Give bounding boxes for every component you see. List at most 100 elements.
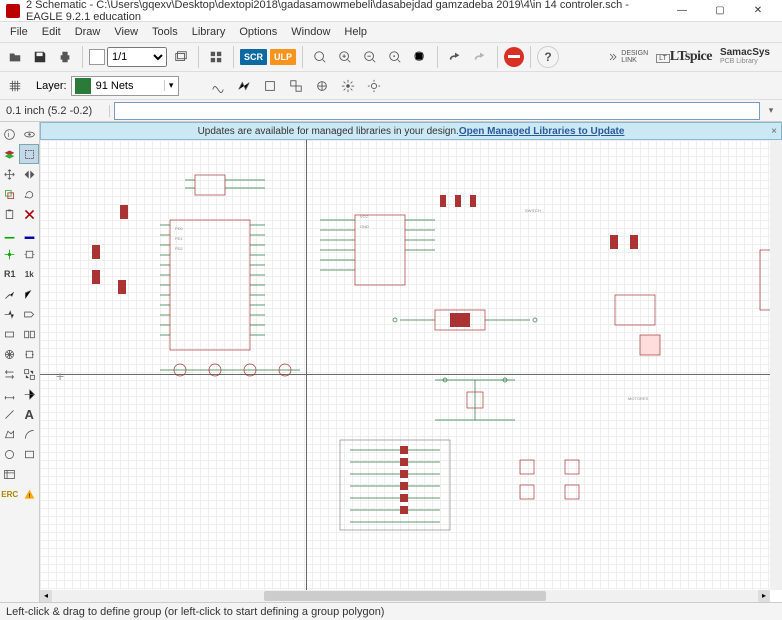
gateswap-tool[interactable] <box>20 384 40 404</box>
net-wire-option3[interactable] <box>259 75 281 97</box>
text-tool[interactable]: A <box>20 404 40 424</box>
menu-options[interactable]: Options <box>233 24 283 40</box>
close-button[interactable]: ✕ <box>740 1 776 21</box>
ulp-button[interactable]: ULP <box>270 49 296 65</box>
net-wire-option2[interactable] <box>233 75 255 97</box>
frame-tool[interactable] <box>0 464 20 484</box>
menu-edit[interactable]: Edit <box>36 24 67 40</box>
print-button[interactable] <box>54 46 76 68</box>
menu-tools[interactable]: Tools <box>146 24 184 40</box>
add-tool[interactable] <box>20 244 40 264</box>
settings-gear2-icon[interactable] <box>363 75 385 97</box>
banner-text: Updates are available for managed librar… <box>198 126 459 137</box>
menu-draw[interactable]: Draw <box>69 24 107 40</box>
miter-tool[interactable] <box>20 284 40 304</box>
menu-library[interactable]: Library <box>186 24 232 40</box>
dimension-tool[interactable] <box>0 384 20 404</box>
label-tool[interactable] <box>20 304 40 324</box>
menu-window[interactable]: Window <box>285 24 336 40</box>
invoke-tool[interactable] <box>0 324 20 344</box>
line-tool[interactable] <box>0 404 20 424</box>
smash-tool[interactable] <box>0 284 20 304</box>
ltspice-logo[interactable]: LTLTspice <box>656 49 712 65</box>
zoom-redraw-button[interactable] <box>384 46 406 68</box>
stop-button[interactable] <box>504 47 524 67</box>
net-wire-option1[interactable] <box>207 75 229 97</box>
polygon-tool[interactable] <box>0 424 20 444</box>
layers-tool[interactable] <box>0 144 19 164</box>
window-controls: — ▢ ✕ <box>664 1 776 21</box>
zoom-select-button[interactable] <box>409 46 431 68</box>
main-area: i R11k A ERC! Updates are available for … <box>0 122 782 602</box>
split-tool[interactable] <box>0 304 20 324</box>
module-tool[interactable] <box>20 344 40 364</box>
menu-help[interactable]: Help <box>338 24 373 40</box>
name-tool[interactable]: R1 <box>0 264 20 284</box>
change-tool[interactable] <box>0 364 20 384</box>
banner-close-icon[interactable]: × <box>771 126 777 137</box>
attribute-tool[interactable] <box>0 344 20 364</box>
sheets-button[interactable] <box>170 46 192 68</box>
svg-text:GND: GND <box>360 224 369 229</box>
settings-gear-icon[interactable] <box>337 75 359 97</box>
mirror-tool[interactable] <box>20 164 40 184</box>
help-button[interactable]: ? <box>537 46 559 68</box>
library-manager-button[interactable] <box>205 46 227 68</box>
scroll-right-arrow[interactable]: ▸ <box>758 590 770 602</box>
net-tool[interactable] <box>0 224 20 244</box>
layer-selector[interactable]: 91 Nets ▾ <box>71 76 179 96</box>
marquee-tool[interactable] <box>19 144 39 164</box>
zoom-fit-button[interactable] <box>309 46 331 68</box>
redo-button[interactable] <box>469 46 491 68</box>
erc-tool[interactable] <box>20 324 40 344</box>
menu-file[interactable]: File <box>4 24 34 40</box>
maximize-button[interactable]: ▢ <box>702 1 738 21</box>
errors-tool[interactable]: ! <box>20 484 40 504</box>
update-banner: Updates are available for managed librar… <box>40 122 782 140</box>
paste-tool[interactable] <box>0 204 20 224</box>
horizontal-scrollbar[interactable]: ◂ ▸ <box>40 590 770 602</box>
show-tool[interactable] <box>20 124 40 144</box>
value-tool[interactable]: 1k <box>20 264 40 284</box>
scroll-track[interactable] <box>52 590 758 602</box>
grid-button[interactable] <box>4 75 26 97</box>
menu-view[interactable]: View <box>108 24 144 40</box>
delete-tool[interactable] <box>20 204 40 224</box>
copy-tool[interactable] <box>0 184 20 204</box>
schematic-view[interactable]: + <box>40 140 770 590</box>
designlink-logo[interactable]: DESIGN LINK <box>607 50 648 64</box>
svg-text:MOTORES: MOTORES <box>628 396 648 401</box>
mode-button-2[interactable] <box>311 75 333 97</box>
command-history-dropdown[interactable]: ▾ <box>764 105 778 116</box>
junction-tool[interactable] <box>0 244 20 264</box>
minimize-button[interactable]: — <box>664 1 700 21</box>
separator <box>497 46 498 68</box>
open-button[interactable] <box>4 46 26 68</box>
scroll-left-arrow[interactable]: ◂ <box>40 590 52 602</box>
replace-tool[interactable] <box>20 364 40 384</box>
sheet-selector[interactable]: 1/1 <box>89 47 167 67</box>
rotate-tool[interactable] <box>20 184 40 204</box>
info-tool[interactable]: i <box>0 124 20 144</box>
zoom-in-button[interactable] <box>334 46 356 68</box>
hole-tool[interactable] <box>20 464 40 484</box>
erc-check-tool[interactable]: ERC <box>0 484 20 504</box>
undo-button[interactable] <box>444 46 466 68</box>
vertical-scrollbar[interactable] <box>770 140 782 590</box>
command-input[interactable] <box>114 102 760 120</box>
banner-link[interactable]: Open Managed Libraries to Update <box>459 126 625 137</box>
svg-text:PD0: PD0 <box>175 226 184 231</box>
menubar: File Edit Draw View Tools Library Option… <box>0 22 782 42</box>
bus-tool[interactable] <box>20 224 40 244</box>
arc-tool[interactable] <box>20 424 40 444</box>
rect-tool[interactable] <box>20 444 40 464</box>
save-button[interactable] <box>29 46 51 68</box>
circle-tool[interactable] <box>0 444 20 464</box>
canvas[interactable]: Updates are available for managed librar… <box>40 122 782 602</box>
zoom-out-button[interactable] <box>359 46 381 68</box>
scr-button[interactable]: SCR <box>240 49 267 65</box>
samacsys-logo[interactable]: SamacSysPCB Library <box>720 48 770 66</box>
mode-button-1[interactable] <box>285 75 307 97</box>
move-tool[interactable] <box>0 164 20 184</box>
sheet-dropdown[interactable]: 1/1 <box>107 47 167 67</box>
